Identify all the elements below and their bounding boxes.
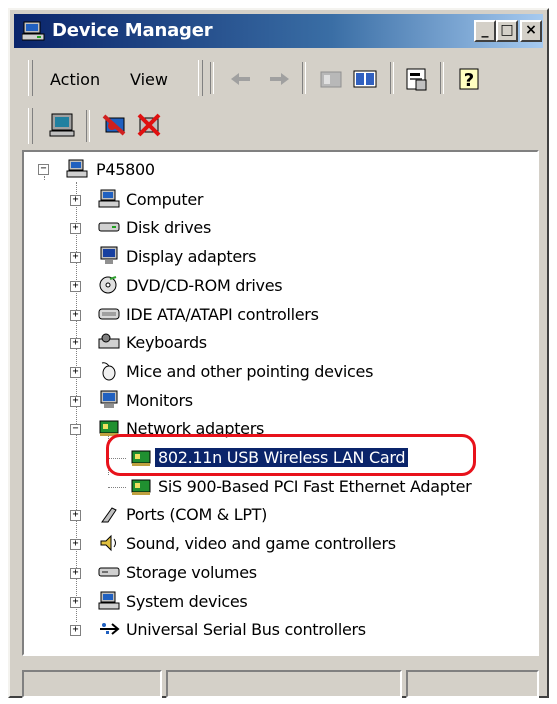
cdrom-icon bbox=[99, 275, 117, 294]
tree-root[interactable]: − P45800 bbox=[24, 158, 524, 184]
mouse-icon bbox=[101, 362, 116, 381]
toolbar-separator bbox=[390, 62, 394, 94]
status-panel-1 bbox=[22, 670, 162, 698]
tree-category[interactable]: + Sound, video and game controllers bbox=[24, 531, 524, 557]
expand-icon[interactable]: + bbox=[70, 366, 81, 378]
device-tree[interactable]: − P45800 + Computer + Disk drives + Display a… bbox=[22, 150, 539, 656]
tree-category[interactable]: + Monitors bbox=[24, 388, 524, 414]
tree-category-label: Disk drives bbox=[126, 218, 211, 238]
close-button[interactable]: × bbox=[520, 20, 542, 42]
window-title: Device Manager bbox=[52, 20, 213, 41]
expand-icon[interactable]: + bbox=[70, 252, 81, 264]
back-icon[interactable] bbox=[226, 64, 256, 94]
tree-category-label: Computer bbox=[126, 189, 204, 209]
expand-icon[interactable]: + bbox=[70, 395, 81, 407]
device-manager-icon bbox=[22, 21, 45, 41]
monitor-icon bbox=[100, 390, 118, 408]
device-toolbar bbox=[20, 106, 541, 146]
status-panel-3 bbox=[406, 670, 539, 698]
tree-device[interactable]: SiS 900-Based PCI Fast Ethernet Adapter bbox=[24, 474, 524, 500]
port-icon bbox=[101, 507, 117, 523]
expand-icon[interactable]: + bbox=[70, 309, 81, 321]
toolbar-separator bbox=[210, 62, 214, 94]
tree-category[interactable]: + Keyboards bbox=[24, 330, 524, 356]
tree-category[interactable]: + Mice and other pointing devices bbox=[24, 359, 524, 385]
usb-icon bbox=[100, 623, 120, 635]
tree-category[interactable]: + Universal Serial Bus controllers bbox=[24, 617, 524, 643]
title-bar[interactable]: Device Manager _ □ × bbox=[14, 14, 543, 48]
up-icon[interactable] bbox=[316, 64, 346, 94]
system-icon bbox=[98, 591, 120, 609]
root-computer-label: P45800 bbox=[96, 160, 155, 179]
disk-drive-icon bbox=[98, 222, 120, 232]
expand-icon[interactable]: + bbox=[70, 539, 81, 551]
tree-category-label: Ports (COM & LPT) bbox=[126, 505, 268, 525]
computer-icon bbox=[98, 189, 120, 208]
menu-action[interactable]: Action bbox=[50, 70, 100, 89]
status-bar bbox=[22, 670, 539, 698]
toolbar-grip-2[interactable] bbox=[198, 60, 203, 96]
network-adapter-icon bbox=[131, 479, 151, 495]
expand-icon[interactable]: + bbox=[70, 567, 81, 579]
toolbar-grip[interactable] bbox=[28, 60, 33, 96]
tree-category-label: Storage volumes bbox=[126, 562, 257, 582]
tree-category-label: Display adapters bbox=[126, 247, 257, 267]
toolbar-separator bbox=[302, 62, 306, 94]
tree-category-label: Universal Serial Bus controllers bbox=[126, 620, 366, 640]
scan-hardware-icon[interactable] bbox=[48, 110, 78, 140]
tree-category-label: Monitors bbox=[126, 390, 193, 410]
tree-category-label: Mice and other pointing devices bbox=[126, 361, 374, 381]
tree-category-label: DVD/CD-ROM drives bbox=[126, 275, 283, 295]
tree-category[interactable]: + Display adapters bbox=[24, 244, 524, 270]
tree-device-label: SiS 900-Based PCI Fast Ethernet Adapter bbox=[158, 476, 472, 496]
minimize-button[interactable]: _ bbox=[474, 20, 496, 42]
properties-icon[interactable] bbox=[402, 64, 432, 94]
expand-icon[interactable]: + bbox=[70, 223, 81, 235]
collapse-icon[interactable]: − bbox=[70, 424, 81, 436]
annotation-highlight bbox=[106, 434, 476, 476]
properties-view-icon[interactable] bbox=[350, 64, 380, 94]
toolbar-separator bbox=[440, 62, 444, 94]
toolbar-separator bbox=[86, 110, 90, 142]
display-icon bbox=[100, 246, 118, 265]
toolbar-grip-3[interactable] bbox=[28, 108, 33, 144]
maximize-button[interactable]: □ bbox=[496, 20, 518, 42]
expand-icon[interactable]: + bbox=[70, 194, 81, 206]
expand-icon[interactable]: + bbox=[70, 510, 81, 522]
status-panel-2 bbox=[166, 670, 402, 698]
tree-category[interactable]: + Ports (COM & LPT) bbox=[24, 502, 524, 528]
tree-category-label: System devices bbox=[126, 591, 248, 611]
menu-view[interactable]: View bbox=[130, 70, 168, 89]
tree-category[interactable]: + Computer bbox=[24, 187, 524, 213]
sound-icon bbox=[100, 534, 116, 552]
tree-category-label: IDE ATA/ATAPI controllers bbox=[126, 304, 319, 324]
tree-category-label: Sound, video and game controllers bbox=[126, 534, 396, 554]
menu-toolbar: Action View ? bbox=[20, 52, 541, 100]
uninstall-icon[interactable] bbox=[100, 110, 130, 140]
tree-category[interactable]: + Disk drives bbox=[24, 215, 524, 241]
expand-icon[interactable]: + bbox=[70, 338, 81, 350]
tree-category[interactable]: + DVD/CD-ROM drives bbox=[24, 273, 524, 299]
keyboard-icon bbox=[98, 333, 120, 349]
expand-icon[interactable]: + bbox=[70, 596, 81, 608]
ide-icon bbox=[98, 308, 120, 319]
computer-icon bbox=[66, 159, 88, 178]
storage-icon bbox=[98, 567, 120, 577]
tree-category[interactable]: + Storage volumes bbox=[24, 560, 524, 586]
disable-icon[interactable] bbox=[134, 110, 164, 140]
tree-category[interactable]: + IDE ATA/ATAPI controllers bbox=[24, 302, 524, 328]
expand-icon[interactable]: + bbox=[70, 280, 81, 292]
collapse-icon[interactable]: − bbox=[38, 164, 49, 175]
tree-category-label: Keyboards bbox=[126, 333, 207, 353]
device-manager-window: Device Manager _ □ × Action View ? − P45… bbox=[8, 8, 549, 698]
forward-icon[interactable] bbox=[264, 64, 294, 94]
tree-category[interactable]: + System devices bbox=[24, 589, 524, 615]
help-icon[interactable]: ? bbox=[454, 64, 484, 94]
tree-line bbox=[108, 486, 126, 488]
expand-icon[interactable]: + bbox=[70, 625, 81, 637]
svg-text:?: ? bbox=[464, 70, 474, 91]
